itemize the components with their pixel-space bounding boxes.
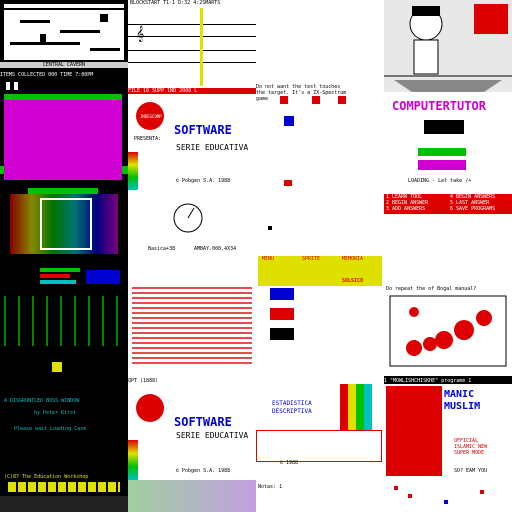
education-workshop-footer: (C)87 The Education Workshop [4,474,89,480]
boss-sprite [52,362,62,372]
portrait-image [386,386,442,476]
presents-label: PRESENTA: [134,136,162,142]
indescomp-brand: INDESCOMP [140,114,162,119]
software-title-2: SOFTWARE [174,415,232,429]
tile-notes: Notas: 1 [256,480,384,512]
clock-face-icon [173,203,203,233]
tile-manic-muslim: 1 "MOWLISHCHISKHE" programm 1 MANIC MUSL… [384,376,512,480]
tile-central-cavern: CENTRAL CAVERN [0,0,128,70]
green-dots [4,296,124,346]
target-line3: game [256,96,269,102]
tile-target-game: Do not want the test touches the target.… [256,84,384,190]
estadistica-label: ESTADISTICA DESCRIPTIVA [272,400,312,415]
computertutor-title: COMPUTERTUTOR [392,99,486,113]
tile-lumina [256,190,384,256]
inspector-illustration [384,4,512,92]
software-title: SOFTWARE [174,123,232,137]
treble-clef-icon: 𝄞 [136,26,145,42]
file-header: FILE 10 SUPP 1ND 2000 L [128,88,256,94]
tile-status-bars [0,266,128,296]
tile-red-text-page [128,276,256,376]
manic-title: MANIC [444,389,475,400]
serie-educativa-2: SERIE EDUCATIVA [176,431,249,440]
train-sprite-red [270,308,294,320]
boss-press: Please wait Loading Cave [14,426,87,432]
items-header: ITEMS COLLECTED 000 TIME 7:00PM [0,72,94,78]
graph-box [256,430,382,462]
clock-row1: Basica+38 [148,246,176,252]
tile-dots [384,480,512,512]
target-line2: the target. It's a ZX-Spectrum [256,90,347,96]
tile-estadistica: ESTADISTICA DESCRIPTIVA © 1988 [256,376,384,480]
music-header: BLOCKSTART T1-1 D:32 4:2SMARTS [130,0,221,6]
tile-indescomp-software-2: QPT (1888) SOFTWARE SERIE EDUCATIVA © Po… [128,376,256,480]
train-sprite-blue [270,288,294,300]
boss-by: by Peter Kirst [34,410,77,416]
serie-educativa: SERIE EDUCATIVA [176,143,249,152]
red-text-lines [132,284,252,364]
boss-title: A DISGRUNTLED BOSS WINDOW [4,398,80,404]
sprite-label[interactable]: SPRITE [302,256,320,262]
tile-red-menu: 1 LEARN TOOL 2 BEGIN ANSWER 3 ADD ANSWER… [384,190,512,278]
cavern-caption: CENTRAL CAVERN [0,62,128,68]
tile-music-staff: BLOCKSTART T1-1 D:32 4:2SMARTS 𝄞 [128,0,256,88]
credit-line-2: © Pobgen S.A. 1988 [176,468,231,474]
train-sprite-black [270,328,294,340]
indescomp-logo-2 [136,394,164,422]
credit-line: © Pobgen S.A. 1988 [176,178,231,184]
qpt-header: QPT (1888) [128,378,159,384]
mortarboard-icon [424,120,464,134]
player-ship-sprite [284,116,294,126]
notes-label: Notas: 1 [258,484,283,490]
tile-menu-sprite: MENU SPRITE MEMORIA SOLSICO [256,256,384,376]
loading-footer: LOADING - Let take /+ [408,178,472,184]
memoria-label[interactable]: MEMORIA [342,256,363,262]
menu-option-3[interactable]: 3 ADD ANSWERS [386,206,425,212]
menu-option-6[interactable]: 6 SAVE PROGRAMS [450,206,495,212]
tile-red-circles: Do repeat the of Bogal manual? [384,278,512,376]
clock-row2: AMBAY.000.4X34 [194,246,237,252]
tile-boss-loading: A DISGRUNTLED BOSS WINDOW by Peter Kirst… [0,296,128,512]
muslim-title: MUSLIM [444,401,481,412]
tile-clock: Basica+38 AMBAY.000.4X34 [128,190,256,266]
tile-computertutor: COMPUTERTUTOR LOADING - Let take /+ [384,92,512,190]
manic-sub4: SO? EAM YOU [454,468,488,474]
manic-sub3: SUPER MODE [454,450,485,456]
tile-inspector-scene [384,0,512,92]
miner-willy-sprite [40,34,46,42]
tile-green-map [128,480,256,512]
red-circles-graphic [389,295,507,367]
magenta-floor-grid [4,100,122,180]
tile-blank-top [256,0,384,84]
menu-label[interactable]: MENU [262,256,274,262]
estadistica-credit: © 1988 [280,460,299,466]
tile-items-collected: ITEMS COLLECTED 000 TIME 7:00PM [0,70,128,188]
playhead-cursor [200,8,203,86]
room-frame [40,198,92,250]
key-row [8,482,120,492]
tile-colorful-game [0,188,128,268]
tile-indescomp-software-1: FILE 10 SUPP 1ND 2000 L INDESCOMP SOFTWA… [128,88,256,190]
solsico-brand: SOLSICO [342,278,364,284]
